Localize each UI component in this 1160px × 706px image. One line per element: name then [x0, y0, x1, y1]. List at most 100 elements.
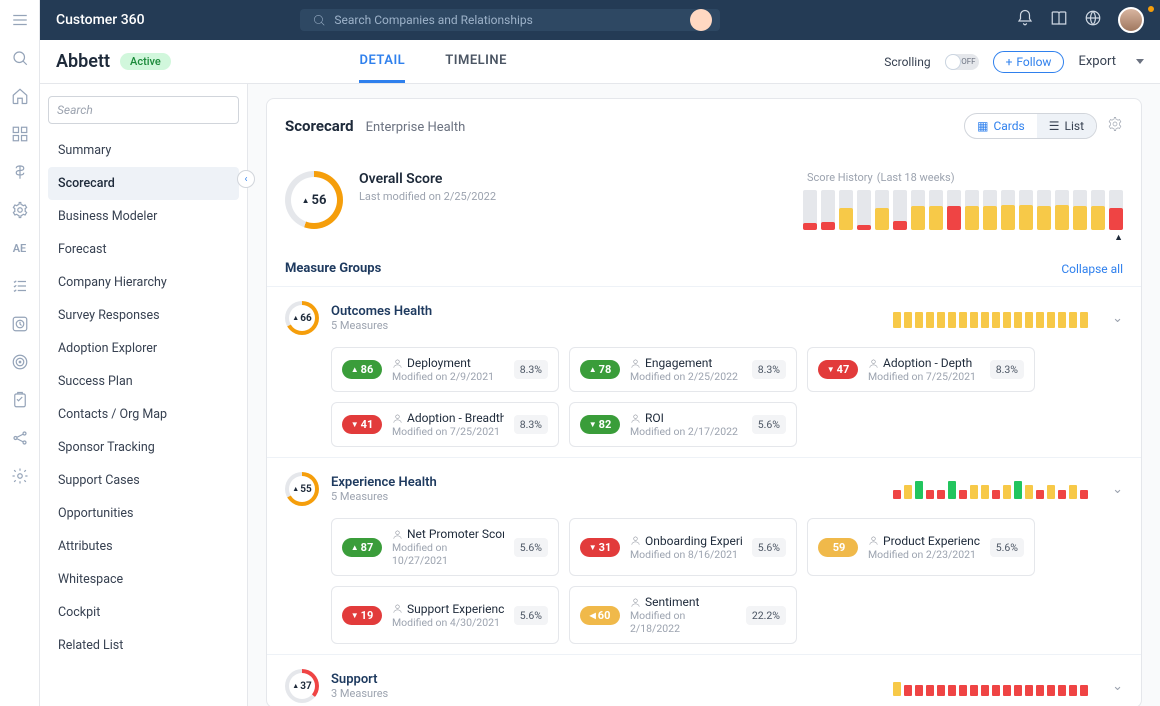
clock-icon[interactable]	[10, 314, 30, 334]
company-name: Abbett	[56, 51, 110, 72]
score-pill: ▲87	[342, 538, 382, 557]
view-list-button[interactable]: ☰List	[1037, 114, 1096, 138]
globe-icon[interactable]	[1084, 9, 1102, 31]
app-rail: AE	[0, 0, 40, 706]
view-cards-button[interactable]: ▦Cards	[965, 114, 1037, 138]
collapse-all-link[interactable]: Collapse all	[1061, 262, 1123, 276]
sidebar-item-summary[interactable]: Summary	[48, 134, 239, 167]
sidebar-item-forecast[interactable]: Forecast	[48, 233, 239, 266]
scrolling-toggle[interactable]: OFF	[945, 54, 979, 70]
measure-modified: Modified on 2/25/2022	[630, 370, 742, 383]
score-pill: ▼31	[580, 538, 620, 557]
score-pill: ▲86	[342, 360, 382, 379]
sidebar-item-sponsor-tracking[interactable]: Sponsor Tracking	[48, 431, 239, 464]
tab-timeline[interactable]: TIMELINE	[445, 40, 507, 83]
group-score-ring: 55	[285, 472, 319, 506]
global-search[interactable]	[300, 9, 720, 31]
measure-card[interactable]: ◀60 Sentiment Modified on 2/18/2022 22.2…	[569, 586, 797, 644]
score-pill: 59	[818, 538, 858, 557]
measure-modified: Modified on 2/18/2022	[630, 609, 736, 635]
measure-name: Deployment	[392, 356, 504, 370]
ae-icon[interactable]: AE	[10, 238, 30, 258]
collapse-sidebar-icon[interactable]: ‹	[237, 170, 255, 188]
tab-detail[interactable]: DETAIL	[359, 40, 405, 83]
group-count: 5 Measures	[331, 319, 432, 332]
sidebar-item-business-modeler[interactable]: Business Modeler	[48, 200, 239, 233]
notification-dot-icon	[1148, 6, 1154, 12]
scorecard-subtitle: Enterprise Health	[366, 120, 466, 135]
follow-button[interactable]: +Follow	[993, 51, 1065, 73]
measure-card[interactable]: ▲78 Engagement Modified on 2/25/2022 8.3…	[569, 347, 797, 392]
measure-card[interactable]: ▼82 ROI Modified on 2/17/2022 5.6%	[569, 402, 797, 447]
measure-card[interactable]: ▼31 Onboarding Experi... Modified on 8/1…	[569, 518, 797, 576]
global-topbar: Customer 360	[40, 0, 1160, 40]
sidebar-item-survey-responses[interactable]: Survey Responses	[48, 299, 239, 332]
list-icon: ☰	[1049, 119, 1060, 133]
sidebar-item-related-list[interactable]: Related List	[48, 629, 239, 662]
sidebar-item-whitespace[interactable]: Whitespace	[48, 563, 239, 596]
measure-modified: Modified on 10/27/2021	[392, 541, 504, 567]
group-count: 5 Measures	[331, 490, 437, 503]
search-input[interactable]	[334, 13, 708, 27]
bell-icon[interactable]	[1016, 9, 1034, 31]
measure-weight: 8.3%	[752, 360, 786, 379]
book-icon[interactable]	[1050, 9, 1068, 31]
measure-card[interactable]: ▼41 Adoption - Breadth Modified on 7/25/…	[331, 402, 559, 447]
measure-name: Engagement	[630, 356, 742, 370]
tasks-icon[interactable]	[10, 276, 30, 296]
measure-weight: 8.3%	[990, 360, 1024, 379]
measure-name: Adoption - Breadth	[392, 411, 504, 425]
gear-icon[interactable]	[10, 200, 30, 220]
view-toggle: ▦Cards ☰List	[964, 113, 1097, 139]
sidebar-item-scorecard[interactable]: Scorecard	[48, 167, 239, 200]
settings-icon[interactable]	[10, 466, 30, 486]
revenue-icon[interactable]	[10, 162, 30, 182]
history-bars	[803, 190, 1123, 230]
sidebar-search-input[interactable]	[48, 96, 239, 124]
measure-weight: 8.3%	[514, 415, 548, 434]
app-title: Customer 360	[56, 12, 145, 28]
sidebar-nav: ‹ SummaryScorecardBusiness ModelerForeca…	[48, 134, 239, 662]
overall-score-ring: 56	[285, 171, 343, 229]
measure-groups-label: Measure Groups	[285, 261, 381, 276]
measure-weight: 5.6%	[990, 538, 1024, 557]
sidebar-item-success-plan[interactable]: Success Plan	[48, 365, 239, 398]
measure-card[interactable]: 59 Product Experience Modified on 2/23/2…	[807, 518, 1035, 576]
search-avatar-icon	[690, 9, 712, 31]
measure-card[interactable]: ▲87 Net Promoter Score Modified on 10/27…	[331, 518, 559, 576]
sidebar-item-contacts-org-map[interactable]: Contacts / Org Map	[48, 398, 239, 431]
measure-card[interactable]: ▼47 Adoption - Depth Modified on 7/25/20…	[807, 347, 1035, 392]
measure-modified: Modified on 4/30/2021	[392, 616, 504, 629]
home-icon[interactable]	[10, 86, 30, 106]
profile-avatar[interactable]	[1118, 7, 1144, 33]
sidebar-item-adoption-explorer[interactable]: Adoption Explorer	[48, 332, 239, 365]
clipboard-icon[interactable]	[10, 390, 30, 410]
sidebar-item-opportunities[interactable]: Opportunities	[48, 497, 239, 530]
measure-card[interactable]: ▼19 Support Experience Modified on 4/30/…	[331, 586, 559, 644]
chevron-down-icon[interactable]: ⌄	[1112, 311, 1123, 326]
chevron-down-icon[interactable]: ⌄	[1112, 482, 1123, 497]
measure-weight: 22.2%	[746, 606, 786, 625]
score-pill: ◀60	[580, 606, 620, 625]
page-tabs: DETAIL TIMELINE	[359, 40, 506, 83]
apps-icon[interactable]	[10, 124, 30, 144]
scorecard-settings-icon[interactable]	[1107, 116, 1123, 136]
hamburger-icon[interactable]	[10, 10, 30, 30]
measure-weight: 5.6%	[514, 538, 548, 557]
search-rail-icon[interactable]	[10, 48, 30, 68]
measure-name: Sentiment	[630, 595, 736, 609]
sidebar-item-cockpit[interactable]: Cockpit	[48, 596, 239, 629]
target-icon[interactable]	[10, 352, 30, 372]
measure-card[interactable]: ▲86 Deployment Modified on 2/9/2021 8.3%	[331, 347, 559, 392]
measure-modified: Modified on 7/25/2021	[392, 425, 504, 438]
scorecard-panel: Scorecard Enterprise Health ▦Cards ☰List…	[248, 84, 1160, 706]
group-sparkline	[893, 308, 1088, 328]
group-title: Outcomes Health	[331, 304, 432, 319]
chevron-down-icon[interactable]: ⌄	[1112, 679, 1123, 694]
share-icon[interactable]	[10, 428, 30, 448]
sidebar-item-attributes[interactable]: Attributes	[48, 530, 239, 563]
export-dropdown[interactable]: Export	[1078, 54, 1144, 69]
measure-name: Net Promoter Score	[392, 527, 504, 541]
sidebar-item-support-cases[interactable]: Support Cases	[48, 464, 239, 497]
sidebar-item-company-hierarchy[interactable]: Company Hierarchy	[48, 266, 239, 299]
